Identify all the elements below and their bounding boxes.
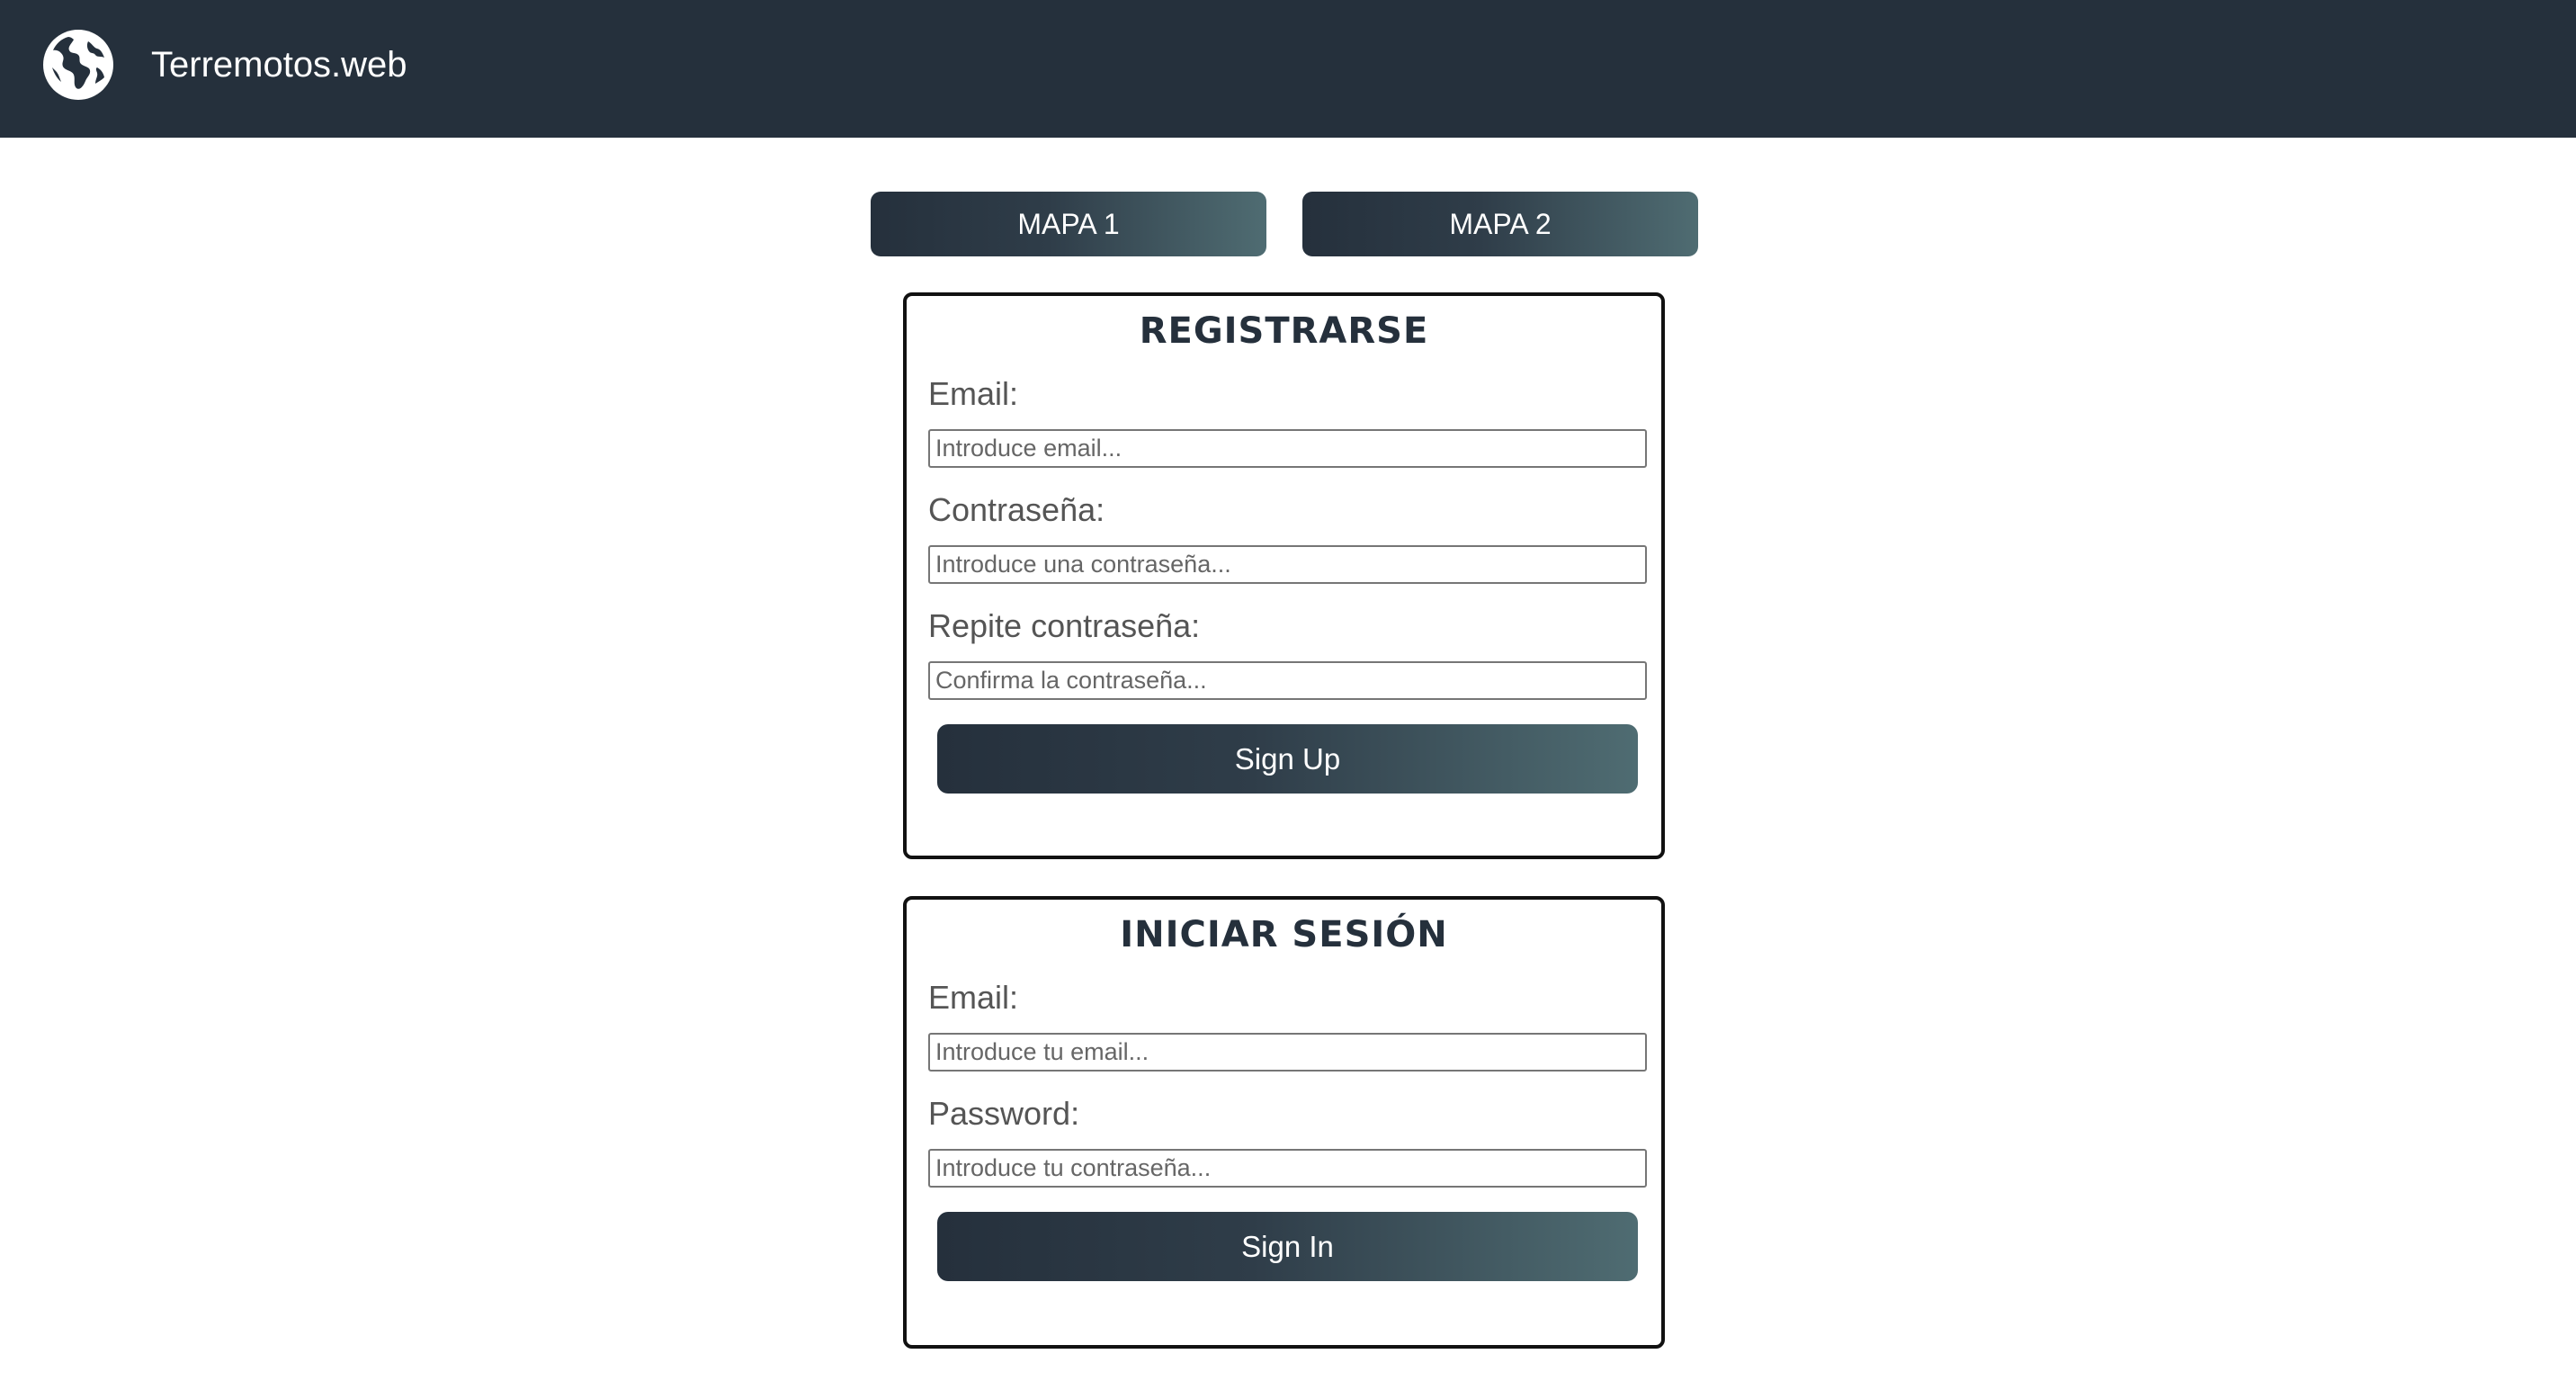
register-password-input[interactable] (928, 545, 1647, 584)
sign-up-button[interactable]: Sign Up (937, 724, 1638, 794)
sign-in-button[interactable]: Sign In (937, 1212, 1638, 1281)
map-2-button[interactable]: MAPA 2 (1302, 192, 1698, 256)
register-password-label: Contraseña: (928, 491, 1105, 528)
login-password-label: Password: (928, 1095, 1080, 1132)
register-title: REGISTRARSE (1139, 310, 1429, 352)
register-email-input[interactable] (928, 429, 1647, 468)
register-email-label: Email: (928, 375, 1019, 412)
login-form: INICIAR SESIÓN Email: Password: Sign In (903, 896, 1665, 1349)
globe-icon[interactable] (41, 28, 115, 102)
register-form: REGISTRARSE Email: Contraseña: Repite co… (903, 292, 1665, 859)
login-email-input[interactable] (928, 1033, 1647, 1072)
login-title: INICIAR SESIÓN (1120, 914, 1448, 955)
register-repeat-password-label: Repite contraseña: (928, 607, 1201, 644)
site-title[interactable]: Terremotos.web (151, 41, 407, 88)
top-header: Terremotos.web (0, 0, 2576, 138)
register-repeat-password-input[interactable] (928, 661, 1647, 700)
login-email-label: Email: (928, 979, 1019, 1016)
map-1-button[interactable]: MAPA 1 (871, 192, 1266, 256)
login-password-input[interactable] (928, 1149, 1647, 1188)
